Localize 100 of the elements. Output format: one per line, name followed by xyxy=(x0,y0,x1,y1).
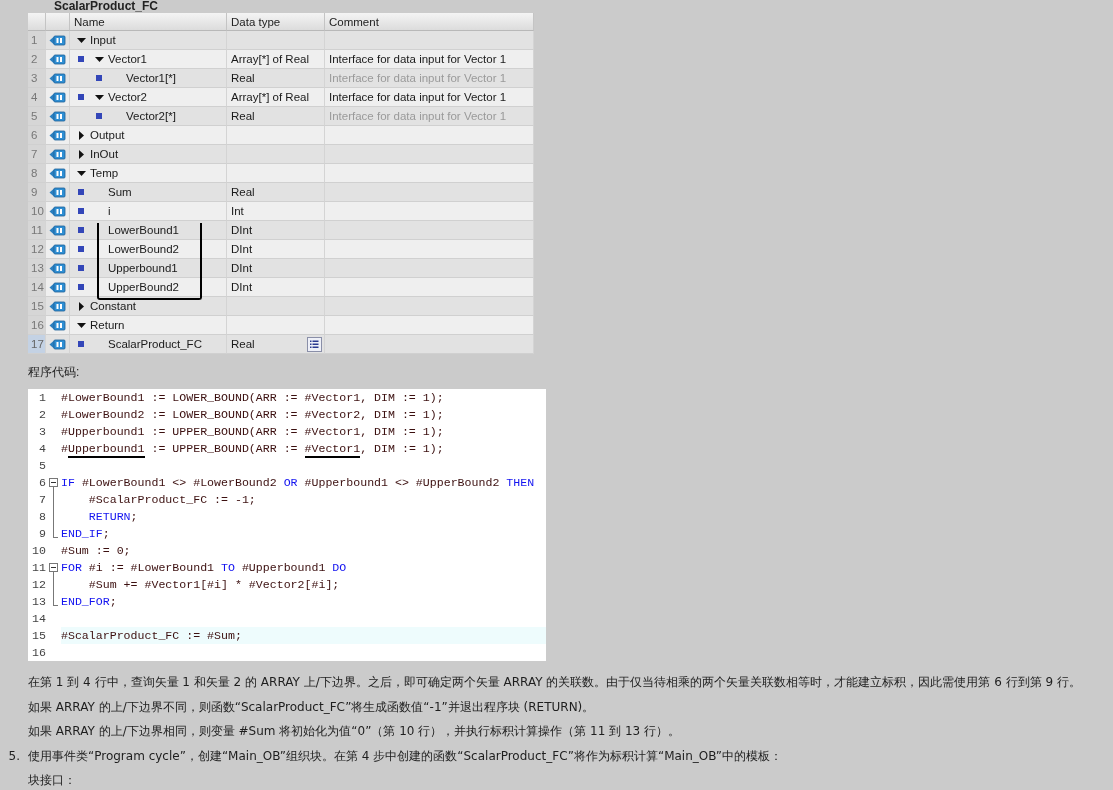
comment-text[interactable]: Interface for data input for Vector 1 xyxy=(329,88,507,106)
paragraph: 使用事件类“Program cycle”，创建“Main_OB”组织块。在第 4 步中创建的函数“ScalarProduct_FC”将作为标积计算“Main_OB”中的模板： xyxy=(28,747,783,765)
line-number: 14 xyxy=(31,611,46,627)
variable-icon xyxy=(96,75,102,81)
line-number: 9 xyxy=(38,526,46,542)
collapse-triangle-icon[interactable] xyxy=(76,322,86,328)
interface-icon xyxy=(49,167,66,179)
code-line: RETURN; xyxy=(87,510,138,523)
data-type[interactable]: Real xyxy=(231,183,324,201)
row-number: 5 xyxy=(28,107,46,126)
row-number: 15 xyxy=(28,297,46,316)
list-icon[interactable] xyxy=(307,336,322,352)
list-number: 5. xyxy=(7,747,21,765)
variable-name[interactable]: Temp xyxy=(90,164,119,182)
variable-name[interactable]: LowerBound2 xyxy=(108,240,179,258)
code-line: END_IF; xyxy=(61,527,110,540)
data-type[interactable]: DInt xyxy=(231,259,324,277)
row-number: 13 xyxy=(28,259,46,278)
variable-name[interactable]: Vector2 xyxy=(108,88,147,106)
line-number: 11 xyxy=(31,560,46,576)
section-label: 程序代码: xyxy=(28,365,80,379)
variable-name[interactable]: Sum xyxy=(108,183,132,201)
row-number: 9 xyxy=(28,183,46,202)
variable-name[interactable]: InOut xyxy=(90,145,119,163)
variable-icon xyxy=(78,189,84,195)
comment-text[interactable]: Interface for data input for Vector 1 xyxy=(329,50,507,68)
expand-triangle-icon[interactable] xyxy=(78,130,84,140)
row-number: 3 xyxy=(28,69,46,88)
collapse-triangle-icon[interactable] xyxy=(76,37,86,43)
row-number: 4 xyxy=(28,88,46,107)
variable-name[interactable]: Vector1 xyxy=(108,50,147,68)
variable-icon xyxy=(78,94,84,100)
row-number: 10 xyxy=(28,202,46,221)
data-type[interactable]: Real xyxy=(231,107,324,125)
interface-icon xyxy=(49,338,66,350)
row-number: 16 xyxy=(28,316,46,335)
line-number: 16 xyxy=(31,645,46,661)
line-number: 13 xyxy=(31,594,46,610)
code-line: END_FOR; xyxy=(61,595,117,608)
line-number: 10 xyxy=(31,543,46,559)
interface-icon xyxy=(49,129,66,141)
line-number: 8 xyxy=(38,509,46,525)
variable-name[interactable]: ScalarProduct_FC xyxy=(108,335,202,353)
row-number: 7 xyxy=(28,145,46,164)
variable-name[interactable]: Constant xyxy=(90,297,137,315)
row-number: 14 xyxy=(28,278,46,297)
variable-icon xyxy=(78,246,84,252)
variable-name[interactable]: Upperbound1 xyxy=(108,259,178,277)
column-header[interactable]: Name xyxy=(70,13,227,31)
interface-icon xyxy=(49,72,66,84)
line-number: 5 xyxy=(38,458,46,474)
variable-name[interactable]: LowerBound1 xyxy=(108,221,179,239)
data-type[interactable]: DInt xyxy=(231,221,324,239)
line-number: 2 xyxy=(38,407,46,423)
data-type[interactable]: DInt xyxy=(231,278,324,296)
code-line: #Sum := 0; xyxy=(61,544,131,557)
data-type[interactable]: Real xyxy=(231,335,307,353)
variable-name[interactable]: i xyxy=(108,202,111,220)
data-type[interactable]: Array[*] of Real xyxy=(231,88,324,106)
paragraph: 如果 ARRAY 的上/下边界不同，则函数“ScalarProduct_FC”将生成函数值“-1”并退出程序块 (RETURN)。 xyxy=(28,698,595,716)
data-type[interactable]: Real xyxy=(231,69,324,87)
interface-icon xyxy=(49,262,66,274)
line-number: 15 xyxy=(31,628,46,644)
variable-name[interactable]: Input xyxy=(90,31,116,49)
data-type[interactable]: Array[*] of Real xyxy=(231,50,324,68)
variable-name[interactable]: Output xyxy=(90,126,125,144)
row-number: 12 xyxy=(28,240,46,259)
row-number: 17 xyxy=(28,335,46,354)
data-type[interactable]: DInt xyxy=(231,240,324,258)
line-number: 3 xyxy=(38,424,46,440)
interface-icon xyxy=(49,300,66,312)
collapse-triangle-icon[interactable] xyxy=(94,94,104,100)
variable-icon xyxy=(78,208,84,214)
collapse-box-icon[interactable] xyxy=(49,478,58,487)
row-number: 2 xyxy=(28,50,46,69)
collapse-triangle-icon[interactable] xyxy=(94,56,104,62)
expand-triangle-icon[interactable] xyxy=(78,301,84,311)
interface-icon xyxy=(49,110,66,122)
interface-icon xyxy=(49,34,66,46)
line-number: 6 xyxy=(38,475,46,491)
variable-name[interactable]: Vector1[*] xyxy=(126,69,176,87)
line-number: 12 xyxy=(31,577,46,593)
interface-icon xyxy=(49,224,66,236)
variable-name[interactable]: Vector2[*] xyxy=(126,107,176,125)
line-number: 4 xyxy=(38,441,46,457)
expand-triangle-icon[interactable] xyxy=(78,149,84,159)
collapse-box-icon[interactable] xyxy=(49,563,58,572)
column-header[interactable]: Comment xyxy=(325,13,534,31)
paragraph: 块接口： xyxy=(28,772,76,789)
column-header[interactable]: Data type xyxy=(227,13,325,31)
collapse-triangle-icon[interactable] xyxy=(76,170,86,176)
variable-name[interactable]: Return xyxy=(90,316,125,334)
code-line: #LowerBound1 := LOWER_BOUND(ARR := #Vector1, DIM := 1); xyxy=(61,391,444,404)
row-number: 1 xyxy=(28,31,46,50)
header-cell xyxy=(28,13,46,31)
variable-name[interactable]: UpperBound2 xyxy=(108,278,179,296)
variable-icon xyxy=(96,113,102,119)
data-type[interactable]: Int xyxy=(231,202,324,220)
interface-icon xyxy=(49,243,66,255)
header-cell xyxy=(46,13,70,31)
